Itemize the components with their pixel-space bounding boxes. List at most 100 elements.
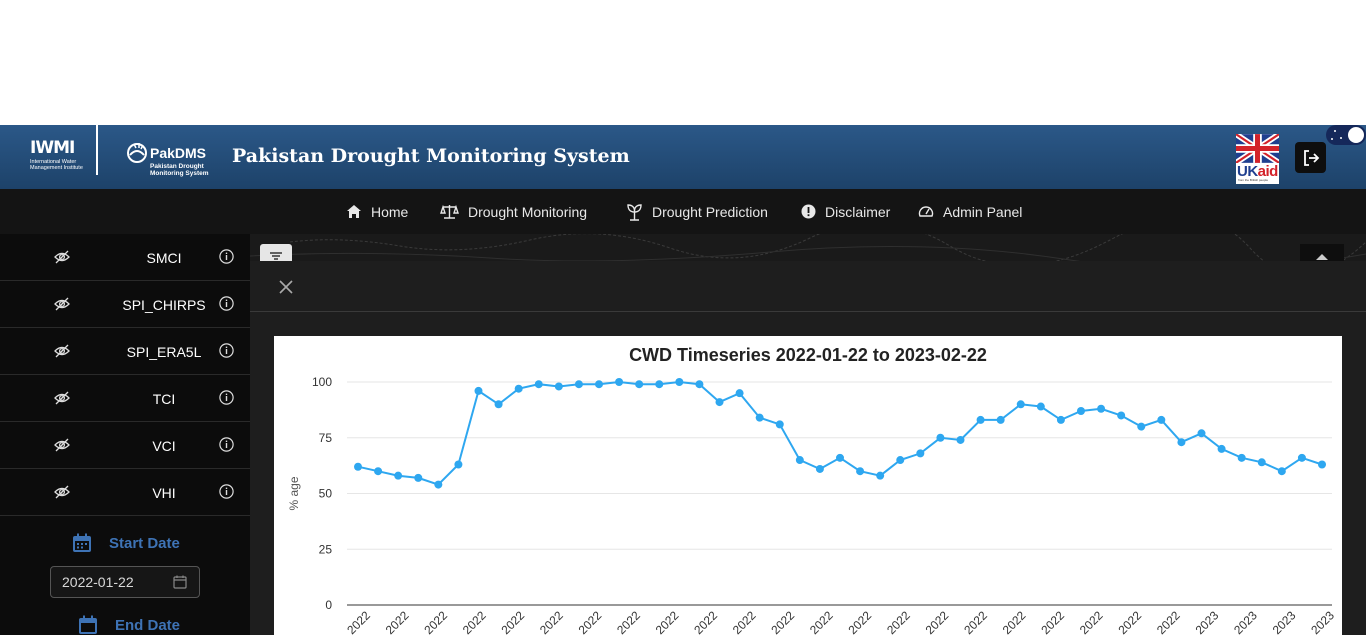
eye-slash-icon[interactable]	[54, 249, 70, 268]
info-icon[interactable]	[219, 343, 234, 361]
map-boundaries	[250, 234, 1366, 264]
nav-home[interactable]: Home	[346, 189, 408, 234]
data-point	[1077, 406, 1085, 415]
end-date-header: End Date	[78, 615, 180, 635]
data-point	[454, 460, 463, 469]
balance-scale-icon	[440, 204, 459, 219]
nav-disclaimer-label: Disclaimer	[825, 203, 891, 220]
x-tick-label: 2022	[421, 608, 450, 635]
data-point	[1277, 467, 1286, 476]
close-icon[interactable]	[278, 279, 294, 295]
data-point	[1297, 453, 1306, 462]
main-nav: Home Drought Monitoring Drought Predicti…	[0, 189, 1366, 234]
logout-icon	[1303, 149, 1319, 166]
exclamation-circle-icon	[801, 204, 816, 219]
data-point	[1177, 438, 1186, 447]
nav-drought-prediction-label: Drought Prediction	[652, 203, 768, 220]
info-icon[interactable]	[219, 249, 234, 267]
data-point	[876, 471, 885, 480]
layer-row-spi-era5l[interactable]: SPI_ERA5L	[0, 328, 250, 375]
data-point	[554, 382, 563, 391]
iwmi-logo[interactable]: IWMI International Water Management Inst…	[30, 139, 92, 179]
x-tick-label: 2022	[460, 608, 489, 635]
layer-row-smci[interactable]: SMCI	[0, 234, 250, 281]
logo-divider	[96, 125, 98, 175]
layer-row-vci[interactable]: VCI	[0, 422, 250, 469]
nav-drought-prediction[interactable]: Drought Prediction	[626, 189, 768, 234]
chart-title: CWD Timeseries 2022-01-22 to 2023-02-22	[629, 345, 987, 365]
x-tick-label: 2022	[1038, 608, 1067, 635]
x-tick-label: 2022	[923, 608, 952, 635]
data-point	[1157, 415, 1166, 424]
y-tick-label: 100	[312, 375, 332, 389]
info-icon[interactable]	[219, 437, 234, 455]
x-tick-label: 2023	[1308, 608, 1337, 635]
x-tick-label: 2022	[961, 608, 990, 635]
pakdms-logo-name: PakDMS	[150, 145, 207, 161]
info-icon[interactable]	[219, 390, 234, 408]
start-date-label: Start Date	[109, 534, 180, 552]
eye-slash-icon[interactable]	[54, 484, 70, 503]
x-tick-label: 2022	[576, 608, 605, 635]
series-line	[357, 380, 1323, 486]
home-icon	[347, 205, 361, 218]
app-window: IWMI International Water Management Inst…	[0, 125, 1366, 635]
x-tick-label: 2022	[807, 608, 836, 635]
data-point	[956, 435, 965, 444]
nav-admin-panel[interactable]: Admin Panel	[918, 189, 1022, 234]
x-tick-label: 2022	[614, 608, 643, 635]
nav-admin-panel-label: Admin Panel	[943, 203, 1023, 220]
eye-slash-icon[interactable]	[54, 390, 70, 409]
nav-drought-monitoring-label: Drought Monitoring	[468, 203, 588, 220]
data-point	[996, 415, 1005, 424]
pakdms-emblem-icon	[127, 143, 147, 163]
info-icon[interactable]	[219, 484, 234, 502]
iwmi-logo-subtext: International Water Management Institute	[30, 159, 83, 171]
eye-slash-icon[interactable]	[54, 296, 70, 315]
eye-slash-icon[interactable]	[54, 343, 70, 362]
x-tick-label: 2022	[653, 608, 682, 635]
data-point	[655, 380, 664, 389]
data-point	[635, 380, 644, 389]
data-point	[976, 415, 985, 424]
data-point	[514, 384, 523, 393]
map-view[interactable]	[250, 234, 1366, 264]
start-date-header: Start Date	[72, 533, 180, 553]
ukaid-tagline: from the British people	[1238, 178, 1269, 182]
data-point	[1117, 411, 1126, 420]
eye-slash-icon[interactable]	[54, 437, 70, 456]
calendar-picker-icon[interactable]	[173, 575, 187, 589]
data-point	[775, 420, 784, 429]
data-point	[856, 467, 865, 476]
nav-disclaimer[interactable]: Disclaimer	[801, 189, 890, 234]
y-tick-label: 50	[319, 487, 333, 501]
data-point	[574, 380, 583, 389]
data-point	[735, 389, 744, 398]
data-point	[896, 456, 905, 465]
start-date-value: 2022-01-22	[62, 574, 134, 590]
layer-row-tci[interactable]: TCI	[0, 375, 250, 422]
pakdms-logo[interactable]: PakDMS Pakistan Drought Monitoring Syste…	[126, 139, 218, 179]
data-point	[1197, 429, 1206, 438]
info-icon[interactable]	[219, 296, 234, 314]
start-date-input[interactable]: 2022-01-22	[50, 566, 200, 598]
x-tick-label: 2022	[383, 608, 412, 635]
theme-toggle[interactable]	[1326, 125, 1366, 145]
seedling-icon	[627, 203, 642, 221]
x-tick-label: 2022	[884, 608, 913, 635]
data-point	[795, 456, 804, 465]
layer-row-spi-chirps[interactable]: SPI_CHIRPS	[0, 281, 250, 328]
logout-button[interactable]	[1295, 142, 1326, 173]
layer-row-vhi[interactable]: VHI	[0, 469, 250, 516]
x-tick-label: 2022	[1000, 608, 1029, 635]
nav-drought-monitoring[interactable]: Drought Monitoring	[440, 189, 587, 234]
modal-header	[250, 261, 1366, 312]
union-jack-flag-icon	[1236, 134, 1279, 163]
x-tick-label: 2022	[1154, 608, 1183, 635]
top-header: IWMI International Water Management Inst…	[0, 125, 1366, 189]
data-point	[595, 380, 603, 389]
data-point	[755, 413, 764, 422]
data-point	[1097, 404, 1106, 413]
data-point	[1016, 400, 1025, 409]
x-tick-label: 2022	[498, 608, 527, 635]
